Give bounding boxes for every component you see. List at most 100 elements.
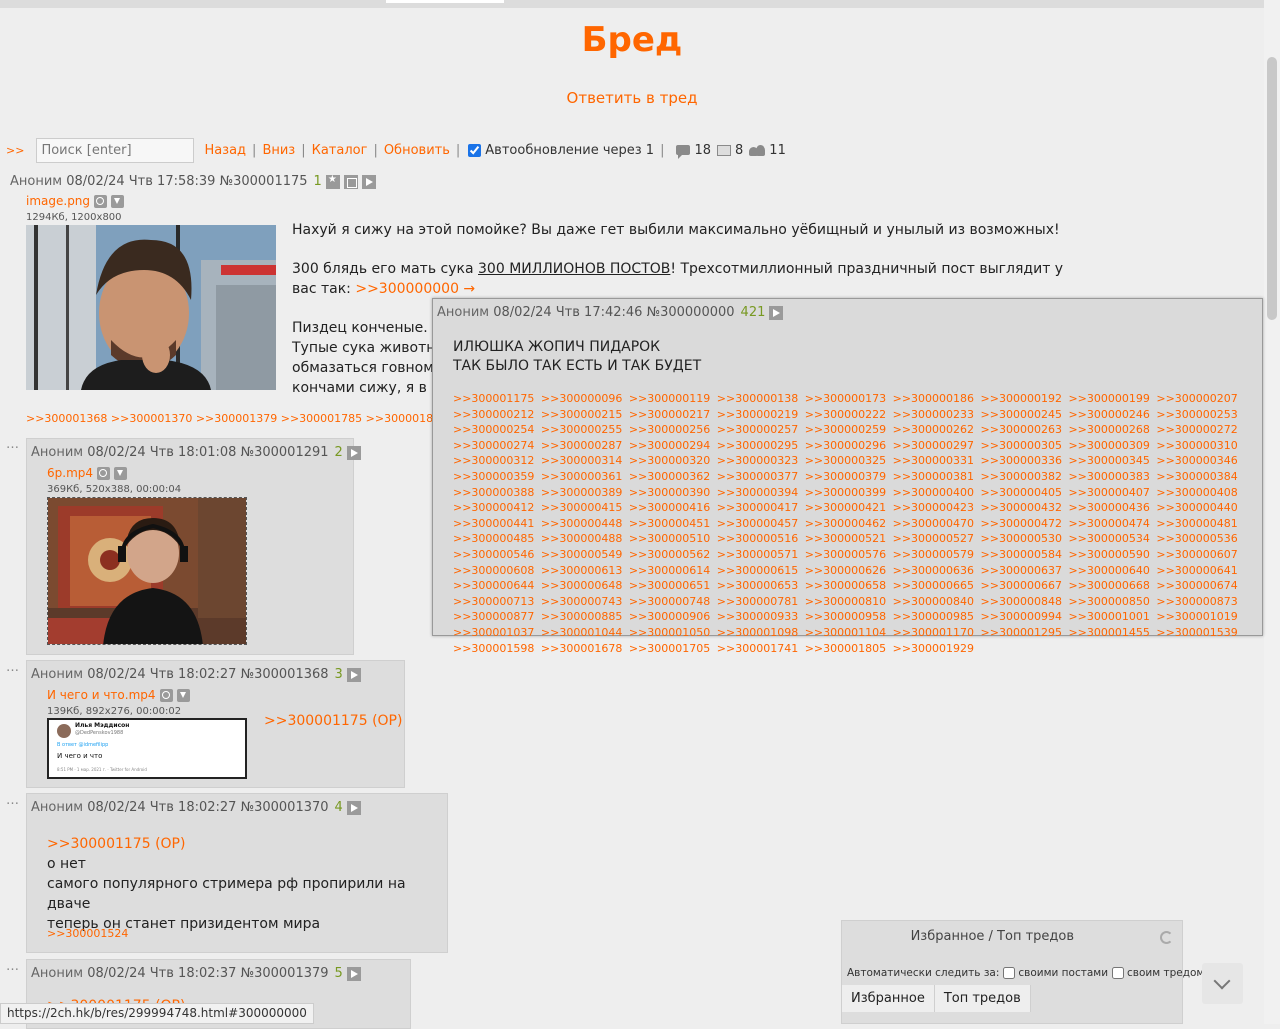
- tooltip-reply-link[interactable]: >>300000412: [453, 501, 534, 514]
- tooltip-reply-link[interactable]: >>300000743: [541, 595, 622, 608]
- tooltip-reply-link[interactable]: >>300000359: [453, 470, 534, 483]
- tooltip-reply-link[interactable]: >>300000295: [717, 439, 798, 452]
- tooltip-reply-link[interactable]: >>300000305: [981, 439, 1062, 452]
- file-name-link[interactable]: image.png: [26, 194, 90, 208]
- tooltip-reply-link[interactable]: >>300000536: [1156, 532, 1237, 545]
- tooltip-reply-link[interactable]: >>300001929: [893, 642, 974, 655]
- post-number-link[interactable]: №300000000: [647, 305, 735, 320]
- tooltip-reply-link[interactable]: >>300000296: [805, 439, 886, 452]
- video-thumbnail[interactable]: Илья Мэддисон @DedPenskov1988 В ответ @i…: [47, 718, 247, 779]
- image-search-icon[interactable]: [159, 688, 173, 702]
- tooltip-reply-link[interactable]: >>300000665: [893, 579, 974, 592]
- file-name-link[interactable]: И чего и что.mp4: [47, 688, 156, 702]
- tooltip-reply-link[interactable]: >>300001098: [717, 626, 798, 639]
- tooltip-reply-link[interactable]: >>300000457: [717, 517, 798, 530]
- tooltip-reply-link[interactable]: >>300000384: [1156, 470, 1237, 483]
- tooltip-reply-link[interactable]: >>300000262: [893, 423, 974, 436]
- tooltip-reply-link[interactable]: >>300000255: [541, 423, 622, 436]
- tooltip-reply-link[interactable]: >>300000294: [629, 439, 710, 452]
- scrollbar-thumb[interactable]: [1267, 57, 1277, 320]
- tooltip-reply-link[interactable]: >>300000527: [893, 532, 974, 545]
- tooltip-reply-link[interactable]: >>300000361: [541, 470, 622, 483]
- post-number-link[interactable]: №300001368: [241, 667, 329, 682]
- tooltip-reply-link[interactable]: >>300000382: [981, 470, 1062, 483]
- tooltip-reply-link[interactable]: >>300000432: [981, 501, 1062, 514]
- tooltip-reply-link[interactable]: >>300000674: [1156, 579, 1237, 592]
- tooltip-reply-link[interactable]: >>300000336: [981, 454, 1062, 467]
- watch-own-thread-checkbox[interactable]: [1112, 967, 1125, 979]
- favorite-star-icon[interactable]: [325, 174, 340, 189]
- tooltip-reply-link[interactable]: >>300000421: [805, 501, 886, 514]
- tooltip-reply-link[interactable]: >>300000405: [981, 486, 1062, 499]
- tooltip-reply-link[interactable]: >>300000850: [1068, 595, 1149, 608]
- tab-favorites[interactable]: Избранное: [842, 985, 935, 1012]
- tooltip-reply-link[interactable]: >>300000253: [1156, 408, 1237, 421]
- tooltip-reply-link[interactable]: >>300000233: [893, 408, 974, 421]
- download-icon[interactable]: [114, 466, 128, 480]
- autoupdate-checkbox[interactable]: [468, 143, 482, 157]
- video-thumbnail[interactable]: [47, 497, 247, 645]
- post-menu-icon[interactable]: [346, 966, 361, 981]
- op-image-thumbnail[interactable]: [26, 225, 276, 390]
- tooltip-reply-link[interactable]: >>300001044: [541, 626, 622, 639]
- image-search-icon[interactable]: [97, 466, 111, 480]
- tooltip-reply-link[interactable]: >>300001539: [1156, 626, 1237, 639]
- tooltip-reply-link[interactable]: >>300000713: [453, 595, 534, 608]
- tooltip-reply-link[interactable]: >>300000207: [1156, 392, 1237, 405]
- tooltip-reply-link[interactable]: >>300000571: [717, 548, 798, 561]
- tooltip-reply-link[interactable]: >>300000958: [805, 610, 886, 623]
- scroll-down-button[interactable]: [1202, 963, 1243, 1004]
- tooltip-reply-link[interactable]: >>300000510: [629, 532, 710, 545]
- tooltip-reply-link[interactable]: >>300000389: [541, 486, 622, 499]
- tooltip-reply-link[interactable]: >>300000254: [453, 423, 534, 436]
- tooltip-reply-link[interactable]: >>300000658: [805, 579, 886, 592]
- tooltip-reply-link[interactable]: >>300000217: [629, 408, 710, 421]
- watch-own-posts-checkbox[interactable]: [1003, 967, 1016, 979]
- tooltip-reply-link[interactable]: >>300000644: [453, 579, 534, 592]
- quote-link[interactable]: >>300001175 (OP): [47, 836, 185, 852]
- tooltip-reply-link[interactable]: >>300000885: [541, 610, 622, 623]
- tooltip-reply-link[interactable]: >>300000310: [1156, 439, 1237, 452]
- tooltip-reply-link[interactable]: >>300000390: [629, 486, 710, 499]
- tooltip-reply-link[interactable]: >>300000810: [805, 595, 886, 608]
- tooltip-reply-link[interactable]: >>300000608: [453, 564, 534, 577]
- tooltip-reply-link[interactable]: >>300000096: [541, 392, 622, 405]
- tooltip-reply-link[interactable]: >>300000653: [717, 579, 798, 592]
- tooltip-reply-link[interactable]: >>300000667: [981, 579, 1062, 592]
- tooltip-reply-link[interactable]: >>300001741: [717, 642, 798, 655]
- tooltip-reply-link[interactable]: >>300000546: [453, 548, 534, 561]
- tooltip-reply-link[interactable]: >>300000297: [893, 439, 974, 452]
- tooltip-reply-link[interactable]: >>300000641: [1156, 564, 1237, 577]
- tooltip-reply-link[interactable]: >>300000448: [541, 517, 622, 530]
- op-replies[interactable]: >>300001368 >>300001370 >>300001379 >>30…: [26, 412, 436, 425]
- post-dots[interactable]: …: [6, 437, 20, 452]
- tooltip-reply-link[interactable]: >>300000636: [893, 564, 974, 577]
- tooltip-reply-link[interactable]: >>300000906: [629, 610, 710, 623]
- refresh-icon[interactable]: [1160, 931, 1173, 944]
- tooltip-reply-link[interactable]: >>300001104: [805, 626, 886, 639]
- tooltip-reply-link[interactable]: >>300000613: [541, 564, 622, 577]
- nav-back-link[interactable]: Назад: [204, 143, 246, 158]
- tooltip-reply-link[interactable]: >>300000199: [1068, 392, 1149, 405]
- tooltip-reply-link[interactable]: >>300000516: [717, 532, 798, 545]
- tooltip-reply-link[interactable]: >>300000345: [1068, 454, 1149, 467]
- tooltip-reply-link[interactable]: >>300001678: [541, 642, 622, 655]
- tooltip-reply-link[interactable]: >>300000615: [717, 564, 798, 577]
- tooltip-reply-link[interactable]: >>300000521: [805, 532, 886, 545]
- tooltip-reply-link[interactable]: >>300000138: [717, 392, 798, 405]
- tooltip-reply-link[interactable]: >>300000256: [629, 423, 710, 436]
- tooltip-reply-link[interactable]: >>300000312: [453, 454, 534, 467]
- tooltip-reply-link[interactable]: >>300001705: [629, 642, 710, 655]
- nav-catalog-link[interactable]: Каталог: [312, 143, 368, 158]
- post-menu-icon[interactable]: [361, 174, 376, 189]
- tooltip-reply-link[interactable]: >>300001037: [453, 626, 534, 639]
- tooltip-reply-link[interactable]: >>300001175: [453, 392, 534, 405]
- tooltip-reply-link[interactable]: >>300000263: [981, 423, 1062, 436]
- tooltip-reply-link[interactable]: >>300000440: [1156, 501, 1237, 514]
- tooltip-reply-link[interactable]: >>300000219: [717, 408, 798, 421]
- nav-down-link[interactable]: Вниз: [262, 143, 295, 158]
- tooltip-reply-link[interactable]: >>300000873: [1156, 595, 1237, 608]
- expand-images-icon[interactable]: [343, 174, 358, 189]
- tooltip-reply-link[interactable]: >>300000549: [541, 548, 622, 561]
- tooltip-reply-link[interactable]: >>300000614: [629, 564, 710, 577]
